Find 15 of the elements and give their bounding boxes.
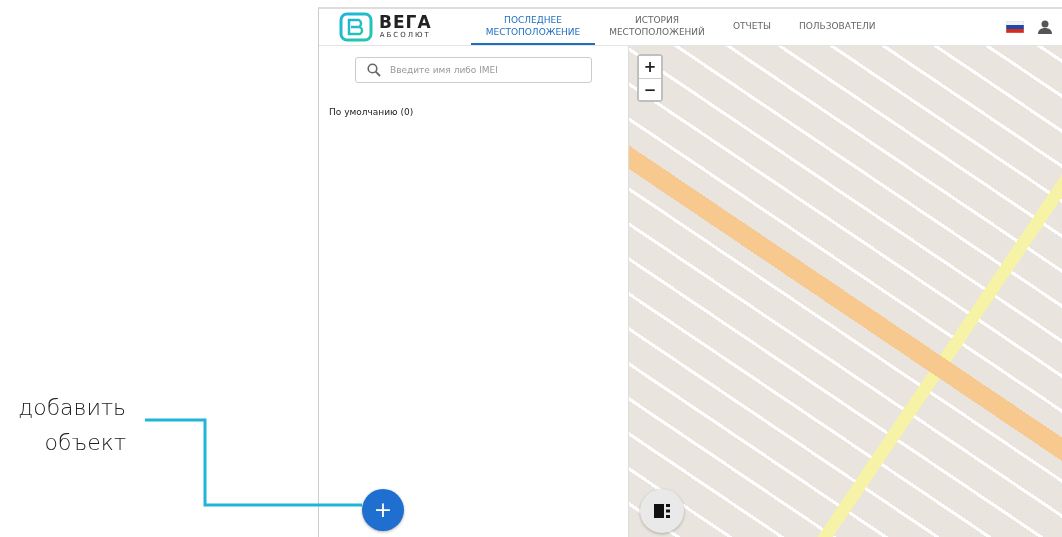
group-label[interactable]: По умолчанию (0) [329, 107, 628, 117]
panel-icon [654, 504, 670, 518]
annotation-label: добавить объект [17, 394, 126, 457]
user-icon[interactable] [1038, 20, 1052, 34]
zoom-out-button[interactable]: − [639, 78, 661, 100]
logo-text: ВЕГА [379, 14, 432, 31]
search-icon [367, 63, 381, 77]
nav-tab[interactable]: ПОЛЬЗОВАТЕЛИ [784, 9, 890, 45]
nav-tab[interactable]: ПОСЛЕДНЕЕ МЕСТОПОЛОЖЕНИЕ [471, 9, 595, 45]
nav-tab[interactable]: ИСТОРИЯ МЕСТОПОЛОЖЕНИЙ [595, 9, 719, 45]
nav-tab[interactable]: ОТЧЕТЫ [719, 9, 785, 45]
search-field[interactable]: Введите имя либо IMEI [355, 57, 592, 83]
add-button[interactable]: + [362, 489, 404, 531]
logo-icon [339, 12, 373, 42]
flag-icon[interactable] [1006, 21, 1024, 33]
